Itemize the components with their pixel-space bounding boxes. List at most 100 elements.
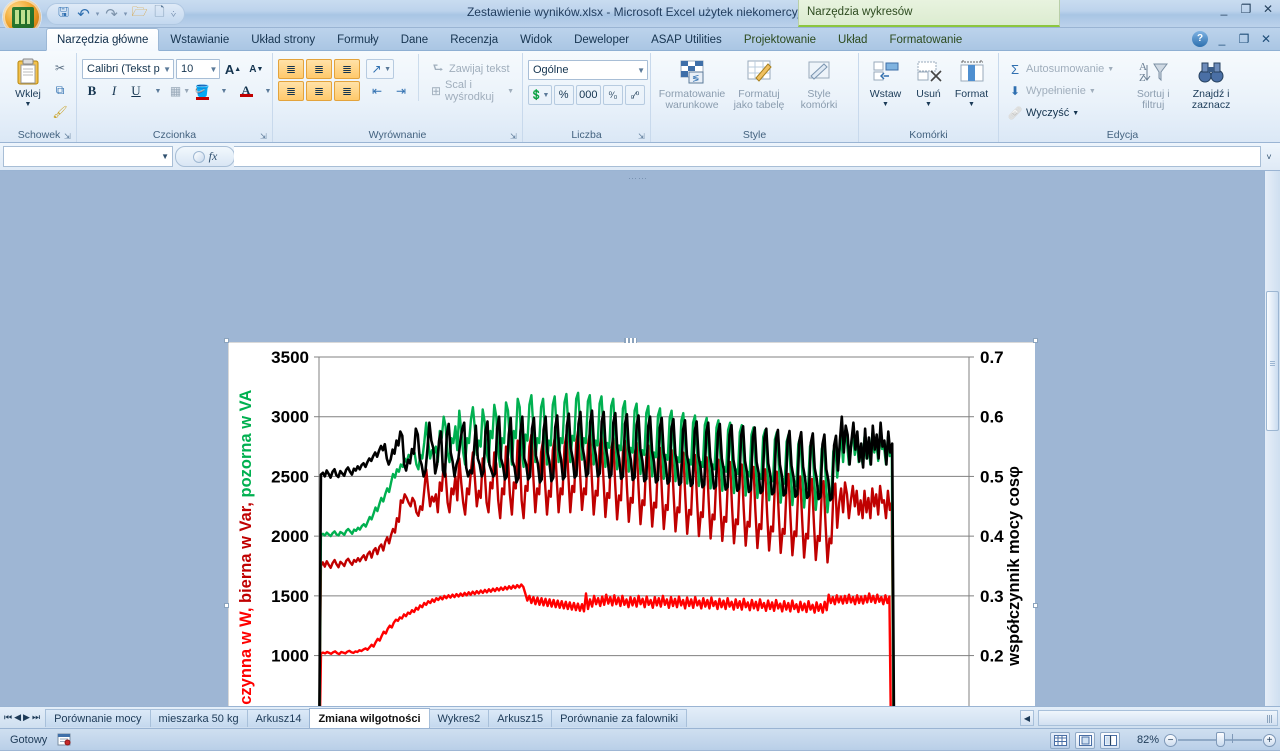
decrease-decimal-button[interactable]: ₀⁄⁰	[624, 85, 646, 105]
font-color-button[interactable]: A	[236, 81, 256, 101]
zoom-slider[interactable]: − +	[1164, 731, 1276, 749]
sheet-tab-mieszarka-50-kg[interactable]: mieszarka 50 kg	[149, 708, 248, 727]
orientation-button[interactable]: ↗ ▼	[366, 59, 394, 79]
formula-input[interactable]	[234, 146, 1261, 167]
format-painter-button[interactable]: 🖌	[49, 102, 71, 122]
chart-object[interactable]: 050010001500200025003000350000.10.20.30.…	[228, 342, 1035, 706]
number-dialog-launcher[interactable]: ⇲	[638, 132, 647, 141]
help-icon[interactable]: ?	[1192, 31, 1208, 47]
page-layout-view-button[interactable]	[1075, 731, 1095, 749]
alignment-dialog-launcher[interactable]: ⇲	[510, 132, 519, 141]
sheet-tab-arkusz14[interactable]: Arkusz14	[246, 708, 311, 727]
vertical-scrollbar-thumb[interactable]	[1266, 291, 1279, 431]
tab-uklad[interactable]: Układ	[827, 28, 878, 51]
ribbon-restore-button[interactable]: ❐	[1236, 31, 1252, 47]
decrease-indent-button[interactable]: ⇤	[366, 81, 388, 101]
horizontal-scroll-left-icon[interactable]: ◀	[1020, 710, 1034, 726]
sort-filter-button[interactable]: A Z Sortuj i filtruj	[1125, 54, 1181, 111]
ribbon-close-button[interactable]: ✕	[1258, 31, 1274, 47]
horizontal-split-handle[interactable]: ⋯⋯	[628, 173, 648, 184]
sheet-tab-wykres2[interactable]: Wykres2	[428, 708, 490, 727]
insert-function-button[interactable]: fx	[175, 146, 235, 167]
cut-button[interactable]: ✂	[49, 58, 71, 78]
increase-indent-button[interactable]: ⇥	[390, 81, 412, 101]
autosum-button[interactable]: Σ Autosumowanie ▼	[1004, 59, 1117, 79]
conditional-formatting-button[interactable]: ≶ Formatowanie warunkowe	[656, 54, 728, 111]
formula-bar-expand-icon[interactable]: ˅	[1261, 152, 1277, 162]
zoom-out-button[interactable]: −	[1164, 733, 1177, 747]
underline-button[interactable]: U	[126, 81, 146, 101]
next-sheet-icon[interactable]: ▶	[23, 712, 30, 723]
restore-button[interactable]: ❐	[1238, 2, 1254, 16]
percent-format-button[interactable]: %	[553, 85, 574, 105]
zoom-slider-knob[interactable]	[1216, 732, 1225, 747]
name-box[interactable]: ▼	[3, 146, 173, 167]
paste-dropdown-icon[interactable]: ▼	[25, 101, 32, 108]
increase-decimal-button[interactable]: ⁰⁄₀	[602, 85, 623, 105]
prev-sheet-icon[interactable]: ◀	[14, 712, 21, 723]
last-sheet-icon[interactable]: ⏭	[32, 712, 40, 723]
tab-dane[interactable]: Dane	[390, 28, 440, 51]
format-cells-button[interactable]: Format ▼	[950, 54, 993, 108]
tab-asap-utilities[interactable]: ASAP Utilities	[640, 28, 733, 51]
fill-color-dropdown-icon[interactable]: ▼	[214, 81, 234, 101]
tab-widok[interactable]: Widok	[509, 28, 563, 51]
shrink-font-button[interactable]: A ▼	[246, 59, 267, 79]
tab-narzedzia-glowne[interactable]: Narzędzia główne	[46, 28, 160, 51]
format-as-table-button[interactable]: Formatuj jako tabelę	[728, 54, 790, 111]
normal-view-button[interactable]	[1050, 731, 1070, 749]
clear-button[interactable]: 🩹 Wyczyść ▼	[1004, 103, 1117, 123]
align-middle-button[interactable]: ≣	[306, 59, 332, 79]
sheet-tab-porownanie-mocy[interactable]: Porównanie mocy	[45, 708, 151, 727]
fill-button[interactable]: ⬇ Wypełnienie ▼	[1004, 81, 1117, 101]
horizontal-scrollbar[interactable]	[1038, 710, 1278, 726]
font-dialog-launcher[interactable]: ⇲	[260, 132, 269, 141]
close-button[interactable]: ✕	[1260, 2, 1276, 16]
format-dropdown-icon[interactable]: ▼	[968, 101, 975, 108]
font-name-combo[interactable]: Calibri (Tekst pc ▼	[82, 59, 174, 79]
align-left-button[interactable]: ≣	[278, 81, 304, 101]
tab-projektowanie[interactable]: Projektowanie	[733, 28, 827, 51]
chart-canvas[interactable]: 050010001500200025003000350000.10.20.30.…	[229, 343, 1035, 706]
align-top-button[interactable]: ≣	[278, 59, 304, 79]
wrap-text-button[interactable]: ⮑ Zawijaj tekst	[427, 59, 517, 79]
underline-dropdown-icon[interactable]: ▼	[148, 81, 168, 101]
tab-wstawianie[interactable]: Wstawianie	[159, 28, 240, 51]
zoom-level[interactable]: 82%	[1125, 734, 1159, 746]
tab-deweloper[interactable]: Deweloper	[563, 28, 640, 51]
tab-formatowanie[interactable]: Formatowanie	[878, 28, 973, 51]
number-format-combo[interactable]: Ogólne ▼	[528, 60, 648, 80]
comma-format-button[interactable]: 000	[575, 85, 601, 105]
align-bottom-button[interactable]: ≣	[334, 59, 360, 79]
find-select-button[interactable]: Znajdź i zaznacz	[1181, 54, 1241, 111]
copy-button[interactable]: ⧉	[49, 80, 71, 100]
delete-dropdown-icon[interactable]: ▼	[925, 101, 932, 108]
delete-cells-button[interactable]: Usuń ▼	[907, 54, 950, 108]
accounting-format-button[interactable]: 💲 ▼	[528, 85, 552, 105]
sheet-tab-zmiana-wilgotnosci[interactable]: Zmiana wilgotności	[309, 707, 430, 728]
insert-cells-button[interactable]: Wstaw ▼	[864, 54, 907, 108]
tab-formuly[interactable]: Formuły	[326, 28, 390, 51]
bold-button[interactable]: B	[82, 81, 102, 101]
ribbon-minimize-button[interactable]: _	[1214, 31, 1230, 47]
page-break-view-button[interactable]	[1100, 731, 1120, 749]
merge-center-button[interactable]: ⊞ Scal i wyśrodkuj ▼	[427, 79, 517, 103]
chevron-down-icon[interactable]: ▼	[161, 152, 169, 161]
align-center-button[interactable]: ≣	[306, 81, 332, 101]
italic-button[interactable]: I	[104, 81, 124, 101]
font-size-combo[interactable]: 10 ▼	[176, 59, 221, 79]
grow-font-button[interactable]: A ▲	[222, 59, 243, 79]
tab-recenzja[interactable]: Recenzja	[439, 28, 509, 51]
worksheet-area[interactable]: ⋯⋯ 050010001500200025003000350000.10.20.…	[0, 171, 1280, 706]
cell-styles-button[interactable]: Style komórki	[790, 54, 848, 111]
borders-button[interactable]: ▦ ▼	[170, 81, 190, 101]
record-macro-icon[interactable]	[55, 732, 73, 748]
fill-color-button[interactable]: 🪣	[192, 81, 212, 101]
paste-button[interactable]: Wklej ▼	[7, 54, 49, 108]
tab-uklad-strony[interactable]: Układ strony	[240, 28, 326, 51]
sheet-tab-arkusz15[interactable]: Arkusz15	[488, 708, 553, 727]
sheet-tab-porownanie-za-falowniki[interactable]: Porównanie za falowniki	[551, 708, 688, 727]
zoom-in-button[interactable]: +	[1263, 733, 1276, 747]
clipboard-dialog-launcher[interactable]: ⇲	[64, 132, 73, 141]
vertical-scrollbar[interactable]	[1264, 171, 1280, 706]
